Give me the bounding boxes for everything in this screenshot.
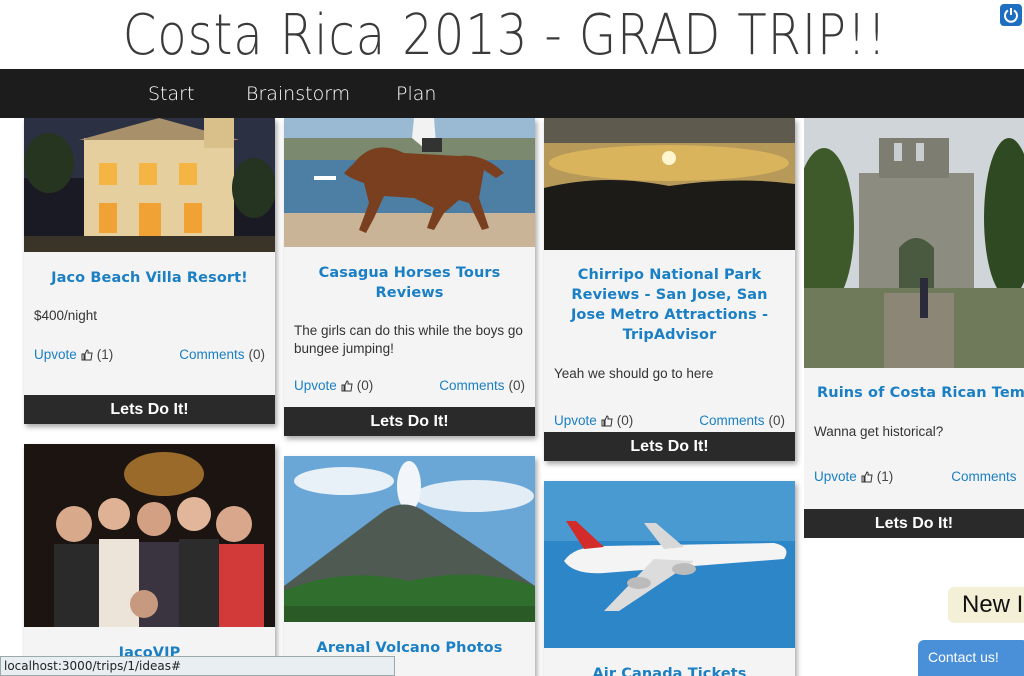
upvote-link[interactable]: Upvote bbox=[814, 469, 857, 484]
thumbs-up-icon[interactable] bbox=[601, 414, 613, 427]
tab-start[interactable]: Start bbox=[148, 83, 194, 105]
new-idea-button[interactable]: New I bbox=[948, 587, 1024, 623]
villa-photo bbox=[24, 118, 275, 252]
idea-card-villa: Jaco Beach Villa Resort! $400/night Upvo… bbox=[24, 118, 275, 424]
power-icon[interactable] bbox=[1000, 4, 1022, 26]
comments-count: (0) bbox=[508, 378, 526, 393]
thumbs-up-icon[interactable] bbox=[861, 470, 873, 483]
upvote-group: Upvote (1) bbox=[814, 469, 893, 484]
idea-description: The girls can do this while the boys go … bbox=[294, 323, 523, 356]
idea-actions: Upvote (0) Comments (0) bbox=[284, 378, 535, 393]
idea-title[interactable]: Chirripo National Park Reviews - San Jos… bbox=[544, 265, 795, 345]
ruins-photo bbox=[804, 118, 1024, 368]
comments-link[interactable]: Comments bbox=[951, 469, 1016, 484]
idea-title[interactable]: Jaco Beach Villa Resort! bbox=[24, 268, 275, 288]
upvote-group: Upvote (0) bbox=[554, 413, 633, 428]
comments-group: Comments (0) bbox=[179, 347, 265, 362]
comments-link[interactable]: Comments bbox=[179, 347, 244, 362]
sunset-photo bbox=[544, 118, 795, 250]
lets-do-it-button[interactable]: Lets Do It! bbox=[24, 395, 275, 424]
tab-brainstorm[interactable]: Brainstorm bbox=[246, 83, 350, 105]
horse-beach-photo bbox=[284, 118, 535, 247]
idea-title[interactable]: Casagua Horses Tours Reviews bbox=[284, 263, 535, 303]
idea-actions: Upvote (1) Comments bbox=[804, 469, 1024, 484]
idea-title[interactable]: Air Canada Tickets bbox=[544, 664, 795, 676]
idea-title[interactable]: Arenal Volcano Photos bbox=[284, 638, 535, 658]
upvote-count: (1) bbox=[876, 469, 894, 484]
airplane-photo bbox=[544, 481, 795, 648]
lets-do-it-button[interactable]: Lets Do It! bbox=[544, 432, 795, 461]
thumbs-up-icon[interactable] bbox=[341, 379, 353, 392]
upvote-group: Upvote (1) bbox=[34, 347, 113, 362]
contact-us-button[interactable]: Contact us! bbox=[918, 640, 1024, 676]
main-nav: Start Brainstorm Plan bbox=[0, 69, 1024, 118]
volcano-photo bbox=[284, 456, 535, 622]
lets-do-it-button[interactable]: Lets Do It! bbox=[284, 407, 535, 436]
comments-link[interactable]: Comments bbox=[699, 413, 764, 428]
browser-status-bar: localhost:3000/trips/1/ideas# bbox=[0, 656, 395, 676]
idea-description: Wanna get historical? bbox=[814, 424, 944, 439]
idea-card-arenal: Arenal Volcano Photos bbox=[284, 456, 535, 676]
upvote-group: Upvote (0) bbox=[294, 378, 373, 393]
upvote-link[interactable]: Upvote bbox=[294, 378, 337, 393]
party-photo bbox=[24, 444, 275, 627]
idea-title[interactable]: Ruins of Costa Rican Temp bbox=[804, 383, 1024, 403]
comments-link[interactable]: Comments bbox=[439, 378, 504, 393]
idea-card-horses: Casagua Horses Tours Reviews The girls c… bbox=[284, 118, 535, 436]
page-title: Costa Rica 2013 - GRAD TRIP!! bbox=[122, 3, 888, 68]
upvote-count: (0) bbox=[356, 378, 374, 393]
comments-group: Comments (0) bbox=[439, 378, 525, 393]
comments-count: (0) bbox=[248, 347, 266, 362]
idea-description: Yeah we should go to here bbox=[554, 366, 714, 381]
thumbs-up-icon[interactable] bbox=[81, 348, 93, 361]
tab-plan[interactable]: Plan bbox=[396, 83, 436, 105]
comments-group: Comments (0) bbox=[699, 413, 785, 428]
comments-group: Comments bbox=[951, 469, 1016, 484]
idea-card-jacovip: JacoVIP bbox=[24, 444, 275, 676]
upvote-link[interactable]: Upvote bbox=[554, 413, 597, 428]
lets-do-it-button[interactable]: Lets Do It! bbox=[804, 509, 1024, 538]
idea-actions: Upvote (1) Comments (0) bbox=[24, 347, 275, 362]
idea-actions: Upvote (0) Comments (0) bbox=[544, 413, 795, 428]
idea-card-air-canada: Air Canada Tickets bbox=[544, 481, 795, 676]
upvote-link[interactable]: Upvote bbox=[34, 347, 77, 362]
comments-count: (0) bbox=[768, 413, 786, 428]
idea-card-ruins: Ruins of Costa Rican Temp Wanna get hist… bbox=[804, 118, 1024, 538]
upvote-count: (1) bbox=[96, 347, 114, 362]
idea-description: $400/night bbox=[34, 308, 98, 323]
idea-card-chirripo: Chirripo National Park Reviews - San Jos… bbox=[544, 118, 795, 461]
ideas-board: Jaco Beach Villa Resort! $400/night Upvo… bbox=[0, 118, 1024, 676]
page: Costa Rica 2013 - GRAD TRIP!! Start Brai… bbox=[0, 0, 1024, 676]
upvote-count: (0) bbox=[616, 413, 634, 428]
